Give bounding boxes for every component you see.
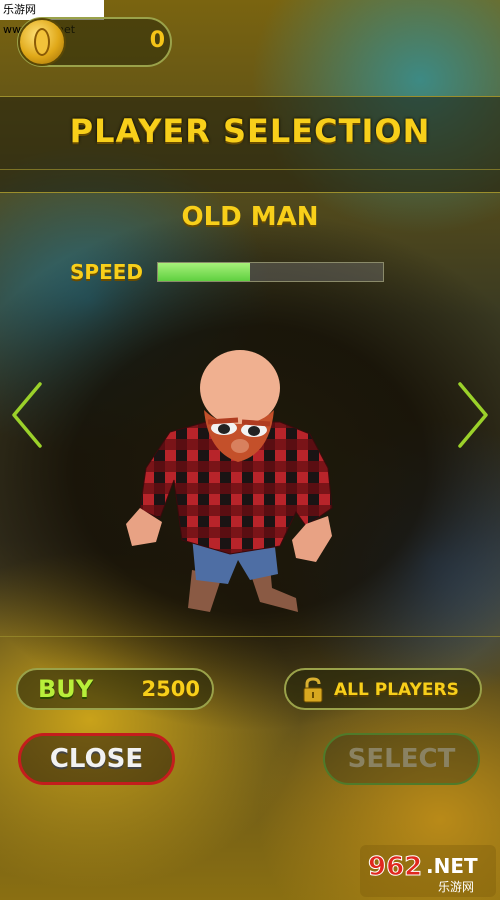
chevron-right-icon[interactable] (452, 380, 492, 450)
all-players-button[interactable]: ALL PLAYERS (284, 668, 482, 710)
chevron-left-icon[interactable] (8, 380, 48, 450)
svg-text:962: 962 (368, 852, 422, 882)
character-model (126, 350, 333, 612)
player-name: OLD MAN (181, 202, 319, 232)
coin-icon (18, 18, 66, 66)
svg-text:乐游网: 乐游网 (438, 880, 474, 894)
all-players-label: ALL PLAYERS (334, 680, 459, 700)
select-label: SELECT (347, 744, 456, 774)
svg-text:.NET: .NET (426, 854, 478, 878)
speed-bar-fill (158, 263, 251, 281)
site-logo: 962 .NET 乐游网 (360, 845, 496, 897)
unlock-icon (303, 677, 323, 703)
buy-label: BUY (38, 675, 94, 703)
page-title: PLAYER SELECTION (69, 112, 431, 150)
close-button[interactable]: CLOSE (18, 733, 175, 785)
coin-count: 0 (149, 28, 165, 53)
close-label: CLOSE (49, 744, 144, 774)
buy-button[interactable]: BUY 2500 (16, 668, 214, 710)
buy-price: 2500 (141, 677, 200, 701)
select-button[interactable]: SELECT (323, 733, 480, 785)
speed-bar (157, 262, 384, 282)
speed-label: SPEED (70, 260, 143, 284)
divider (0, 636, 500, 637)
